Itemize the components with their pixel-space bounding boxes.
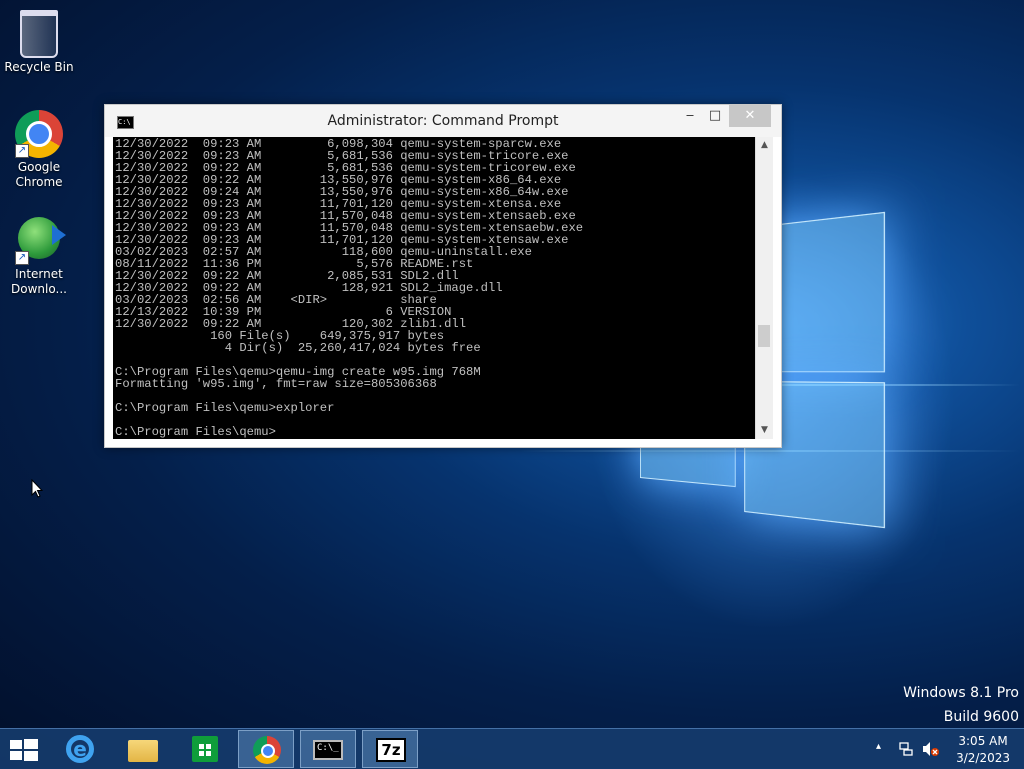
scroll-up-icon[interactable]: ▲ xyxy=(756,137,773,154)
maximize-button[interactable]: □ xyxy=(702,105,728,127)
volume-muted-icon[interactable] xyxy=(922,741,940,757)
desktop-icon-label: Recycle Bin xyxy=(3,60,75,75)
start-button[interactable] xyxy=(10,739,38,761)
taskbar-google-chrome[interactable] xyxy=(238,730,294,768)
taskbar-command-prompt[interactable]: C:\_ xyxy=(300,730,356,768)
taskbar-7zip[interactable]: 7z xyxy=(362,730,418,768)
taskbar-file-explorer[interactable] xyxy=(114,730,170,768)
command-prompt-icon: C:\_ xyxy=(313,740,343,760)
internet-explorer-icon: e xyxy=(66,735,94,763)
command-prompt-window[interactable]: C:\ Administrator: Command Prompt ‒ □ ✕ … xyxy=(104,104,782,448)
clock-time: 3:05 AM xyxy=(956,733,1010,750)
taskbar-internet-explorer[interactable]: e xyxy=(52,730,108,768)
scroll-down-icon[interactable]: ▼ xyxy=(756,422,773,439)
desktop-icon-label: Internet Downlo... xyxy=(11,267,67,297)
windows-build-watermark: Build 9600 xyxy=(944,709,1019,725)
console-text: 12/30/2022 09:23 AM 6,098,304 qemu-syste… xyxy=(113,137,755,439)
recycle-bin-icon xyxy=(20,10,58,58)
clock-date: 3/2/2023 xyxy=(956,750,1010,767)
shortcut-arrow-icon: ↗ xyxy=(15,144,29,158)
chrome-icon-core xyxy=(26,121,52,147)
desktop-icon-google-chrome[interactable]: ↗ Google Chrome xyxy=(3,110,75,190)
taskbar-store[interactable] xyxy=(176,730,232,768)
show-hidden-icons-chevron[interactable]: ▴ xyxy=(876,741,881,752)
desktop-icon-internet-download-manager[interactable]: ↗ Internet Downlo... xyxy=(3,214,75,297)
console-output[interactable]: 12/30/2022 09:23 AM 6,098,304 qemu-syste… xyxy=(113,137,755,439)
shortcut-arrow-icon: ↗ xyxy=(15,251,29,265)
scrollbar-thumb[interactable] xyxy=(758,325,770,347)
taskbar: e C:\_ 7z ▴ 3:05 AM 3/2/2023 xyxy=(0,728,1024,769)
window-titlebar[interactable]: C:\ Administrator: Command Prompt ‒ □ ✕ xyxy=(105,105,781,137)
store-icon xyxy=(192,736,218,762)
mouse-pointer-icon xyxy=(31,479,43,499)
desktop-icon-label: Google Chrome xyxy=(13,160,65,190)
chrome-icon xyxy=(253,736,281,764)
network-icon[interactable] xyxy=(898,741,914,757)
windows-logo-icon xyxy=(10,740,22,749)
7zip-icon: 7z xyxy=(376,738,406,762)
system-clock[interactable]: 3:05 AM 3/2/2023 xyxy=(956,733,1010,767)
vertical-scrollbar[interactable]: ▲ ▼ xyxy=(755,137,773,439)
folder-icon xyxy=(128,740,158,762)
desktop-icon-recycle-bin[interactable]: Recycle Bin xyxy=(3,6,75,75)
close-button[interactable]: ✕ xyxy=(729,105,771,127)
windows-edition-watermark: Windows 8.1 Pro xyxy=(903,685,1019,701)
minimize-button[interactable]: ‒ xyxy=(677,105,703,127)
